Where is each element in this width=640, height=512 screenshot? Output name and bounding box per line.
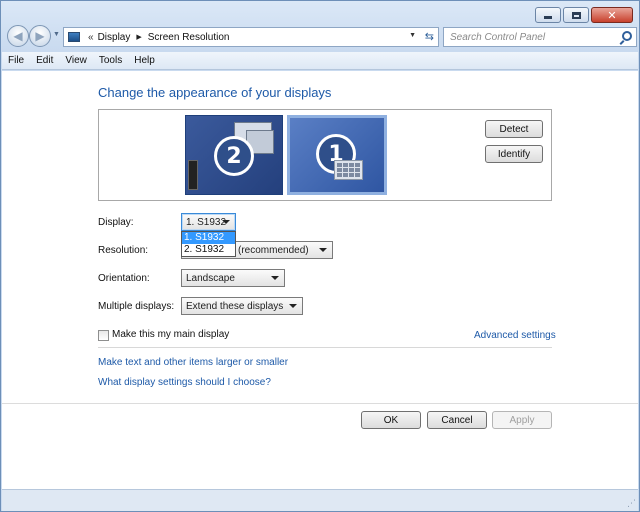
minimize-icon [544,16,552,19]
refresh-icon[interactable]: ⇆ [425,30,434,43]
content-area: Change the appearance of your displays 2… [2,71,638,489]
identify-button[interactable]: Identify [485,145,543,163]
breadcrumb-display[interactable]: Display [98,32,131,43]
multiple-displays-label: Multiple displays: [98,301,175,312]
display-option[interactable]: 1. S1932 [182,232,235,244]
orientation-select[interactable]: Landscape [181,269,285,287]
display-label: Display: [98,217,134,228]
menu-help[interactable]: Help [128,55,161,66]
search-icon[interactable] [622,31,632,41]
taskbar-thumbnail [188,160,198,190]
maximize-button[interactable] [563,7,589,23]
display-option[interactable]: 2. S1932 [182,244,235,256]
display-select-value: 1. S1932 [186,216,227,228]
ok-button[interactable]: OK [361,411,421,429]
monitor-number-badge: 2 [214,136,254,176]
main-display-checkbox[interactable] [98,330,109,341]
cancel-button[interactable]: Cancel [427,411,487,429]
search-input[interactable] [450,31,610,43]
display-dropdown-list: 1. S1932 2. S1932 [181,231,236,257]
detect-button[interactable]: Detect [485,120,543,138]
close-button[interactable]: ✕ [591,7,633,23]
back-button[interactable]: ◀ [7,25,29,47]
orientation-label: Orientation: [98,273,150,284]
orientation-select-value: Landscape [186,272,235,284]
apply-button[interactable]: Apply [492,411,552,429]
desktop-icons-thumbnail [334,160,363,180]
chevron-down-icon [271,276,279,280]
menu-view[interactable]: View [59,55,93,66]
multiple-displays-select-value: Extend these displays [186,300,284,312]
search-box[interactable] [443,27,637,47]
text-size-link[interactable]: Make text and other items larger or smal… [98,357,288,368]
monitor-1[interactable]: 1 [287,115,387,195]
footer-divider [2,403,638,404]
main-display-checkbox-label[interactable]: Make this my main display [112,329,229,340]
divider [98,347,552,348]
status-bar: ⋰ [2,489,638,511]
advanced-settings-link[interactable]: Advanced settings [474,330,556,341]
display-settings-help-link[interactable]: What display settings should I choose? [98,377,271,388]
multiple-displays-select[interactable]: Extend these displays [181,297,303,315]
navigation-bar: ◀ ▶ ▼ « Display ▶ Screen Resolution ▼ ⇆ [5,25,637,49]
address-dropdown-icon[interactable]: ▼ [409,32,416,39]
menu-tools[interactable]: Tools [93,55,128,66]
back-arrow-icon: ◀ [13,29,23,43]
screen-resolution-window: ✕ ◀ ▶ ▼ « Display ▶ Screen Resolution ▼ … [0,0,640,512]
address-bar[interactable]: « Display ▶ Screen Resolution ▼ ⇆ [63,27,439,47]
recent-pages-dropdown-icon[interactable]: ▼ [53,31,60,38]
forward-button[interactable]: ▶ [29,25,51,47]
caption-buttons: ✕ [535,7,633,23]
resize-grip-icon[interactable]: ⋰ [627,498,636,509]
chevron-down-icon [289,304,297,308]
monitor-2[interactable]: 2 [185,115,283,195]
forward-arrow-icon: ▶ [35,29,45,43]
breadcrumb-screen-resolution[interactable]: Screen Resolution [148,32,230,43]
close-icon: ✕ [607,8,617,22]
resolution-select-value: (recommended) [238,244,309,256]
chevron-down-icon [319,248,327,252]
minimize-button[interactable] [535,7,561,23]
menu-bar: File Edit View Tools Help [2,52,638,70]
maximize-icon [571,11,581,19]
display-select[interactable]: 1. S1932 [181,213,236,231]
breadcrumb-separator-icon[interactable]: ▶ [136,33,141,41]
control-panel-icon [68,32,80,42]
menu-edit[interactable]: Edit [30,55,59,66]
page-title: Change the appearance of your displays [98,85,332,100]
chevron-down-icon [222,220,230,224]
display-preview-panel: 2 1 Detect Identify [98,109,552,201]
address-overflow-icon[interactable]: « [88,32,94,43]
resolution-label: Resolution: [98,245,149,256]
menu-file[interactable]: File [2,55,30,66]
